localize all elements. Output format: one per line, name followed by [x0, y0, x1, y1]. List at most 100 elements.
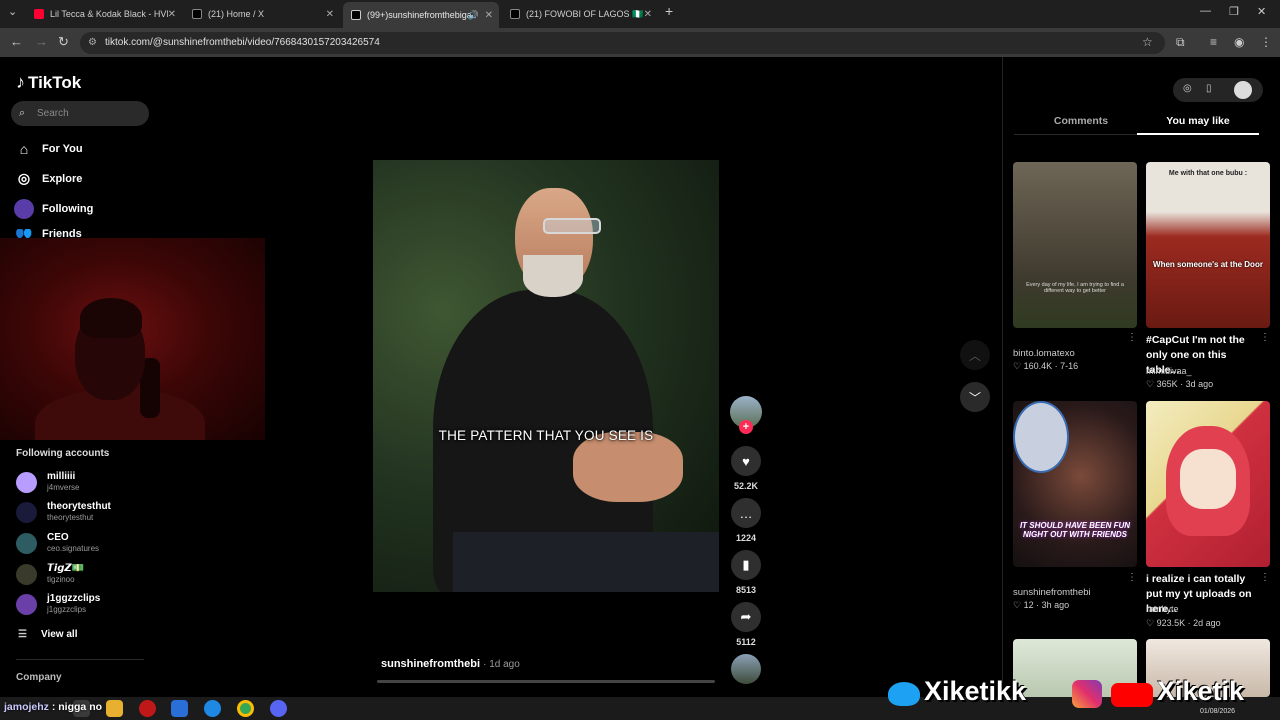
branding-handle-left: Xiketikk — [924, 676, 1027, 706]
like-button[interactable]: ♥ — [731, 446, 761, 476]
nav-label: Friends — [42, 229, 82, 238]
capcut-icon[interactable] — [171, 700, 188, 717]
card-stats: ♡ 365K · 3d ago — [1146, 379, 1214, 389]
video-thumbnail[interactable] — [1146, 401, 1270, 567]
card-stats: ♡ 12 · 3h ago — [1013, 600, 1070, 610]
card-stat-text: 365K · 3d ago — [1156, 379, 1214, 389]
menu-icon[interactable]: ⋮ — [1260, 35, 1272, 49]
video-author-line[interactable]: sunshinefromthebi · 1d ago — [381, 658, 520, 670]
video-caption: THE PATTERN THAT YOU SEE IS — [438, 428, 654, 443]
browser-tab[interactable]: Lil Tecca & Kodak Black - HVN I... ✕ — [26, 4, 182, 24]
close-icon[interactable]: ✕ — [485, 10, 493, 21]
bookmark-star-icon[interactable]: ☆ — [1142, 35, 1153, 49]
folder-icon[interactable] — [106, 700, 123, 717]
chrome-icon[interactable] — [237, 700, 254, 717]
extensions-icon[interactable]: ⧉ — [1176, 35, 1185, 50]
next-video-button[interactable]: ﹀ — [960, 382, 990, 412]
branding-handle-right: Xiketik — [1157, 676, 1245, 706]
search-input[interactable]: ⌕ Search — [11, 101, 149, 126]
new-tab-button[interactable]: + — [665, 3, 673, 19]
comment-button[interactable]: … — [731, 498, 761, 528]
reload-icon[interactable]: ↻ — [58, 34, 69, 50]
nav-item-for-you[interactable]: ⌂ For You — [14, 141, 83, 157]
bookmark-icon: ▮ — [742, 557, 750, 572]
avatar — [16, 564, 37, 585]
save-button[interactable]: ▮ — [731, 550, 761, 580]
video-progress-bar[interactable] — [377, 680, 715, 683]
save-count: 8513 — [735, 585, 757, 595]
profile-icon[interactable]: ◉ — [1234, 35, 1244, 49]
like-count: 52.2K — [733, 481, 759, 491]
tab-comments[interactable]: Comments — [1020, 115, 1142, 127]
card-user[interactable]: mimidivaa_ — [1146, 366, 1192, 376]
close-icon[interactable]: ✕ — [326, 9, 334, 20]
account-handle: tigzinoo — [47, 575, 75, 584]
more-options-icon[interactable]: ⋮ — [1127, 332, 1137, 343]
url-field[interactable]: ⚙ tiktok.com/@sunshinefromthebi/video/76… — [80, 32, 1165, 54]
tab-search-icon[interactable]: ⌄ — [8, 5, 17, 18]
chevron-down-icon: ﹀ — [968, 390, 981, 405]
speaker-icon[interactable]: 🔊 — [468, 10, 479, 21]
company-link[interactable]: Company — [16, 672, 62, 683]
back-icon[interactable]: ← — [10, 34, 23, 49]
obs-icon[interactable] — [139, 700, 156, 717]
forward-icon[interactable]: → — [35, 34, 48, 49]
share-button[interactable]: ➦ — [731, 602, 761, 632]
close-icon[interactable]: ✕ — [168, 9, 176, 20]
card-title[interactable]: sunshinefromthebi — [1013, 587, 1091, 598]
card-title[interactable]: binto.lomatexo — [1013, 348, 1075, 359]
nav-item-explore[interactable]: ◎ Explore — [14, 170, 82, 187]
site-info-icon[interactable]: ⚙ — [88, 32, 97, 54]
window-close-icon[interactable]: ✕ — [1257, 5, 1266, 18]
more-options-icon[interactable]: ⋮ — [1260, 572, 1270, 583]
tiktok-logo[interactable]: ♪ TikTok — [16, 72, 81, 93]
compass-small-icon[interactable]: ◎ — [1183, 83, 1192, 94]
video-player[interactable] — [373, 160, 719, 592]
video-figure-beard — [523, 255, 583, 297]
edge-icon[interactable] — [204, 700, 221, 717]
video-thumbnail[interactable]: Me with that one bubu : When someone's a… — [1146, 162, 1270, 328]
video-figure-glasses — [543, 218, 601, 234]
view-all-button[interactable]: ☰ View all — [18, 629, 77, 640]
more-options-icon[interactable]: ⋮ — [1127, 572, 1137, 583]
minimize-icon[interactable]: — — [1200, 5, 1211, 17]
more-options-icon[interactable]: ⋮ — [1260, 332, 1270, 343]
compass-icon: ◎ — [17, 170, 31, 186]
tab-active-indicator — [1137, 133, 1259, 135]
profile-avatar[interactable] — [1234, 81, 1252, 99]
following-account[interactable]: j1ggzzclips j1ggzzclips — [16, 591, 156, 617]
previous-video-button[interactable]: ︿ — [960, 340, 990, 370]
comment-icon: … — [739, 505, 753, 521]
thumbnail-overlay-text: Every day of my life, I am trying to fin… — [1026, 282, 1124, 294]
following-account[interactable]: theorytesthut theorytesthut — [16, 499, 156, 525]
card-user[interactable]: rambyte — [1146, 604, 1179, 614]
follow-plus-icon[interactable]: + — [739, 420, 753, 434]
video-figure-legs — [453, 532, 719, 592]
avatar — [16, 594, 37, 615]
browser-tab[interactable]: (21) FOWOBI OF LAGOS 🇳🇬 on X... ✕ — [502, 4, 658, 24]
tab-you-may-like[interactable]: You may like — [1137, 115, 1259, 127]
video-thumbnail[interactable]: IT SHOULD HAVE BEEN FUN NIGHT OUT WITH F… — [1013, 401, 1137, 567]
video-thumbnail[interactable]: Every day of my life, I am trying to fin… — [1013, 162, 1137, 328]
account-name: CEO — [47, 532, 69, 543]
discord-icon[interactable] — [270, 700, 287, 717]
browser-tab-active[interactable]: (99+)sunshinefromthebigap... 🔊 ✕ — [343, 2, 499, 28]
restore-icon[interactable]: ❐ — [1229, 5, 1239, 18]
streamer-hair — [80, 298, 142, 338]
device-icon[interactable]: ▯ — [1206, 83, 1212, 94]
browser-tab-strip: ⌄ Lil Tecca & Kodak Black - HVN I... ✕ (… — [0, 0, 1280, 28]
following-account[interactable]: milliiii j4mverse — [16, 469, 156, 495]
nav-item-friends[interactable]: 👥 Friends — [14, 229, 82, 238]
following-account[interactable]: 𝙏𝙞𝙜𝙕💵 tigzinoo — [16, 561, 156, 587]
video-author[interactable]: sunshinefromthebi — [381, 658, 480, 670]
nav-item-following[interactable]: Following — [14, 199, 93, 219]
url-text: tiktok.com/@sunshinefromthebi/video/7668… — [105, 37, 380, 48]
anime-face — [1180, 449, 1236, 509]
music-disc[interactable] — [731, 654, 761, 684]
tab-title: (21) FOWOBI OF LAGOS 🇳🇬 on X... — [526, 8, 644, 19]
following-account[interactable]: CEO ceo.signatures — [16, 530, 156, 556]
media-control-icon[interactable]: ≡ — [1210, 35, 1217, 49]
browser-tab[interactable]: (21) Home / X ✕ — [184, 4, 340, 24]
close-icon[interactable]: ✕ — [644, 9, 652, 20]
taskbar-date: 01/08/2026 — [1200, 708, 1236, 715]
